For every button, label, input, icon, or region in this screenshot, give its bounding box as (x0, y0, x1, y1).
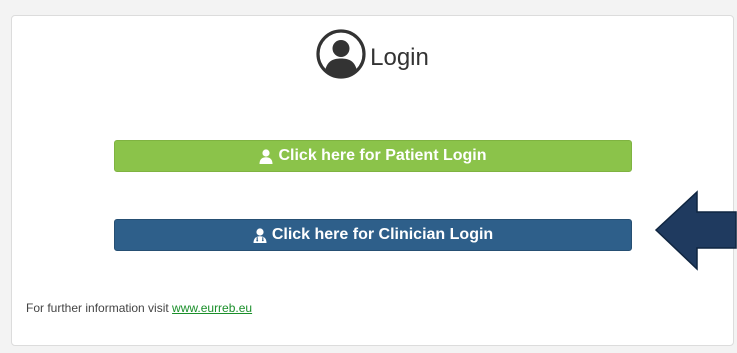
login-panel: Login Click here for Patient Login Click… (11, 15, 734, 346)
footer-info: For further information visit www.eurreb… (26, 301, 252, 315)
clinician-login-label: Click here for Clinician Login (271, 226, 494, 243)
clinician-login-button[interactable]: Click here for Clinician Login (114, 219, 632, 251)
login-header: Login (12, 29, 733, 79)
patient-login-label: Click here for Patient Login (278, 147, 487, 164)
user-icon (259, 148, 273, 164)
eurreb-link[interactable]: www.eurreb.eu (172, 301, 252, 315)
page: Login Click here for Patient Login Click… (0, 0, 737, 353)
patient-login-button[interactable]: Click here for Patient Login (114, 140, 632, 172)
page-title: Login (370, 44, 429, 71)
user-circle-icon (316, 29, 366, 79)
footer-text: For further information visit (26, 301, 173, 315)
left-arrow-icon (654, 190, 737, 271)
doctor-icon (253, 227, 267, 243)
